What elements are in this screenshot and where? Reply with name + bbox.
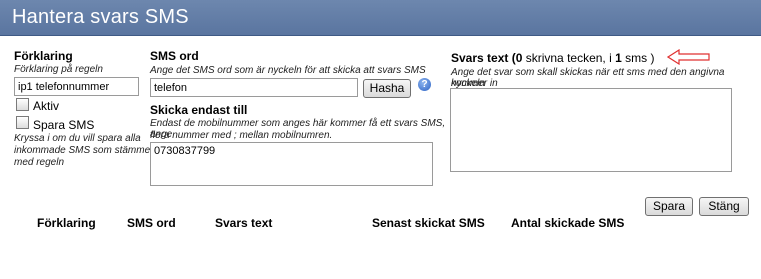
sms-ord-hint: Ange det SMS ord som är nyckeln för att … <box>150 65 426 76</box>
sms-ord-input[interactable] <box>150 78 358 97</box>
aktiv-checkbox[interactable] <box>16 98 29 111</box>
aktiv-label: Aktiv <box>33 99 60 113</box>
column-header-forklaring[interactable]: Förklaring <box>37 216 96 230</box>
skicka-endast-hint-2: flera nummer med ; mellan mobilnumren. <box>150 130 333 141</box>
sms-count: 1 <box>615 51 622 65</box>
char-count-text: skrivna tecken, i <box>522 51 616 65</box>
spara-sms-hint-2: inkommade SMS som stämmer <box>14 145 154 156</box>
column-header-svars-text[interactable]: Svars text <box>215 216 272 230</box>
help-icon[interactable]: ? <box>418 78 431 91</box>
skicka-endast-textarea[interactable]: 0730837799 <box>150 142 433 186</box>
svars-text-textarea[interactable] <box>450 88 732 172</box>
close-button[interactable]: Stäng <box>699 197 749 216</box>
sms-ord-label: SMS ord <box>150 49 199 63</box>
column-header-senast-skickat[interactable]: Senast skickat SMS <box>372 216 485 230</box>
column-header-antal-skickade[interactable]: Antal skickade SMS <box>511 216 624 230</box>
forklaring-label: Förklaring <box>14 49 73 63</box>
hasha-button[interactable]: Hasha <box>363 79 411 98</box>
spara-sms-label: Spara SMS <box>33 118 95 132</box>
spara-sms-hint-3: med regeln <box>14 157 65 168</box>
skicka-endast-label: Skicka endast till <box>150 103 248 117</box>
forklaring-input[interactable] <box>14 77 139 96</box>
spara-sms-hint-1: Kryssa i om du vill spara alla <box>14 133 141 144</box>
svars-text-label: Svars text (0 skrivna tecken, i 1 sms ) <box>451 51 654 65</box>
spara-sms-checkbox[interactable] <box>16 116 29 129</box>
svars-text-label-prefix: Svars text ( <box>451 51 516 65</box>
save-button[interactable]: Spara <box>645 197 693 216</box>
forklaring-hint: Förklaring på regeln <box>14 64 103 75</box>
sms-count-text: sms ) <box>621 51 655 65</box>
page-title: Hantera svars SMS <box>12 6 189 28</box>
arrow-icon <box>667 49 710 65</box>
title-bar: Hantera svars SMS <box>0 0 761 36</box>
column-header-sms-ord[interactable]: SMS ord <box>127 216 176 230</box>
